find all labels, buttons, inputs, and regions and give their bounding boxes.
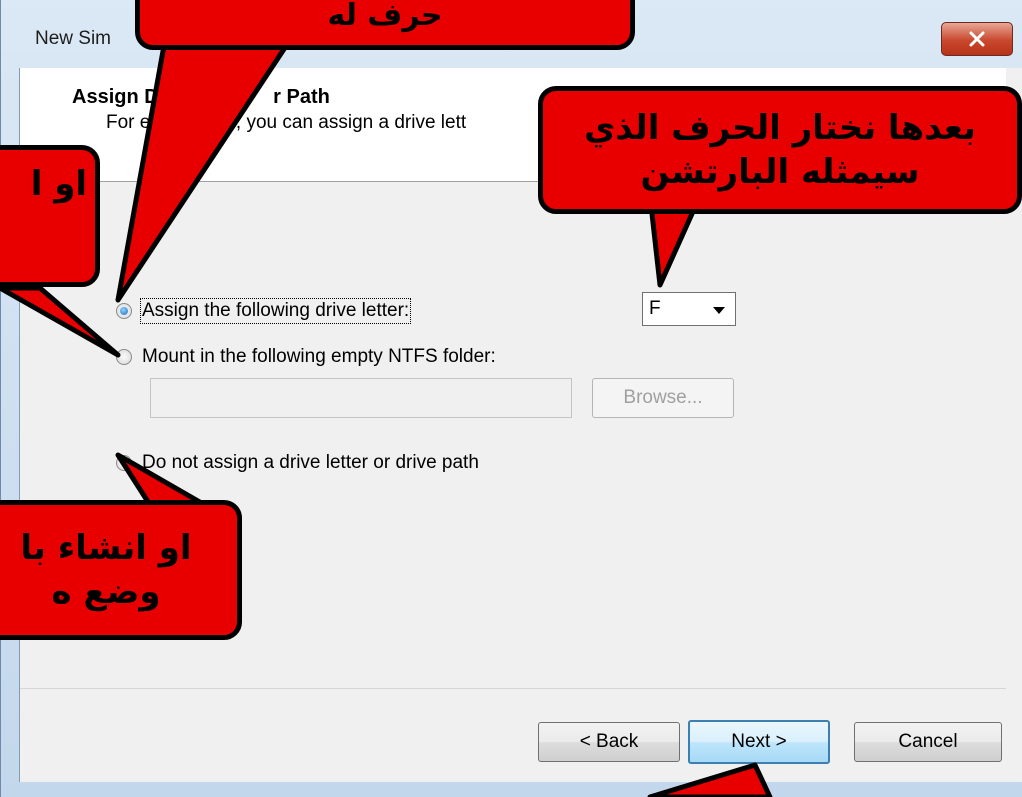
- right-callout: بعدها نختار الحرف الذي سيمثله البارتشن: [538, 86, 1022, 214]
- top-callout-pointer: [115, 37, 293, 303]
- bottom-callout: او انشاء با وضع ه: [0, 500, 242, 640]
- bottom-callout-pointer: [115, 452, 208, 508]
- left-callout-pointer: [0, 285, 121, 358]
- left-callout: او ا: [0, 145, 100, 287]
- next-callout-pointer: [647, 762, 773, 797]
- top-callout: حرف له: [135, 0, 635, 50]
